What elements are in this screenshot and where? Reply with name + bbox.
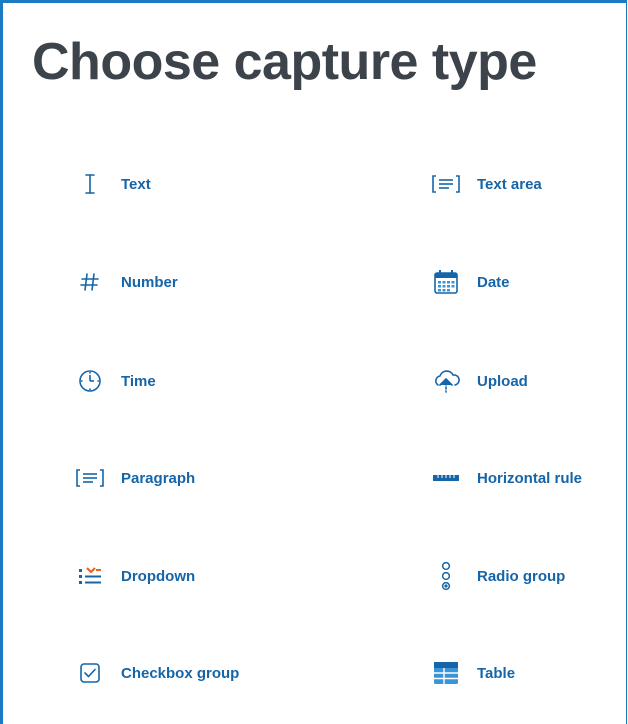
table-icon — [428, 658, 464, 688]
checkbox-icon — [72, 658, 108, 688]
clock-icon — [72, 366, 108, 396]
capture-option-label: Upload — [477, 372, 528, 390]
capture-option-dropdown[interactable]: Dropdown — [72, 556, 195, 596]
capture-option-label: Time — [121, 372, 156, 390]
capture-option-text-area[interactable]: Text area — [428, 164, 542, 204]
capture-option-label: Checkbox group — [121, 664, 240, 682]
capture-option-label: Table — [477, 664, 516, 682]
capture-option-paragraph[interactable]: Paragraph — [72, 458, 195, 498]
cloud-upload-icon — [428, 366, 464, 396]
hash-icon — [72, 267, 108, 297]
capture-option-checkbox-group[interactable]: Checkbox group — [72, 653, 239, 693]
text-area-icon — [428, 169, 464, 199]
page-title: Choose capture type — [32, 33, 537, 91]
capture-option-label: Number — [121, 273, 178, 291]
capture-option-number[interactable]: Number — [72, 262, 178, 302]
capture-option-radio-group[interactable]: Radio group — [428, 556, 565, 596]
capture-option-label: Radio group — [477, 567, 566, 585]
dropdown-list-icon — [72, 561, 108, 591]
text-cursor-icon — [72, 169, 108, 199]
capture-option-time[interactable]: Time — [72, 361, 156, 401]
capture-option-text[interactable]: Text — [72, 164, 151, 204]
capture-option-horizontal-rule[interactable]: Horizontal rule — [428, 458, 582, 498]
capture-option-label: Text area — [477, 175, 542, 193]
capture-option-table[interactable]: Table — [428, 653, 515, 693]
radio-group-icon — [428, 561, 464, 591]
paragraph-icon — [72, 463, 108, 493]
capture-option-label: Date — [477, 273, 510, 291]
capture-option-label: Paragraph — [121, 469, 196, 487]
capture-option-label: Dropdown — [121, 567, 196, 585]
capture-option-label: Horizontal rule — [477, 469, 583, 487]
ruler-icon — [428, 463, 464, 493]
calendar-icon — [428, 267, 464, 297]
capture-option-date[interactable]: Date — [428, 262, 510, 302]
capture-option-label: Text — [121, 175, 151, 193]
capture-type-panel: Choose capture type Text Text area Numbe… — [0, 0, 627, 724]
capture-option-upload[interactable]: Upload — [428, 361, 528, 401]
